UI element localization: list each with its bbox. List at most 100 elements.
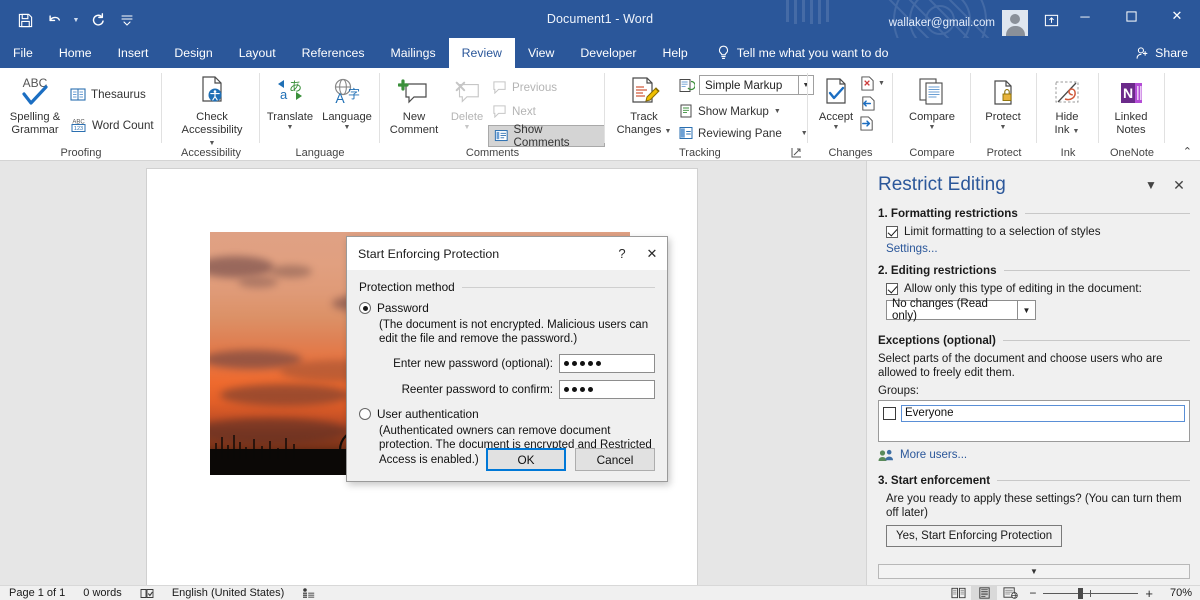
chevron-down-icon[interactable]: ▼: [344, 124, 351, 131]
tracking-dialog-launcher[interactable]: [791, 147, 802, 158]
tab-view[interactable]: View: [515, 38, 567, 68]
compare-button[interactable]: Compare ▼: [900, 74, 964, 131]
groups-list[interactable]: Everyone: [878, 400, 1190, 442]
editing-mode-value[interactable]: No changes (Read only): [886, 300, 1018, 320]
spelling-grammar-button[interactable]: ABC Spelling & Grammar: [4, 74, 66, 136]
limit-formatting-checkbox[interactable]: [886, 226, 898, 238]
chevron-down-icon[interactable]: ▼: [287, 124, 294, 131]
reject-button[interactable]: [860, 76, 875, 94]
pane-close-button[interactable]: ✕: [1166, 173, 1192, 197]
group-everyone-checkbox[interactable]: [883, 407, 896, 420]
tab-design[interactable]: Design: [161, 38, 225, 68]
start-enforcing-protection-button[interactable]: Yes, Start Enforcing Protection: [886, 525, 1062, 547]
next-change-button[interactable]: [860, 116, 875, 134]
tab-insert[interactable]: Insert: [105, 38, 162, 68]
limit-formatting-row[interactable]: Limit formatting to a selection of style…: [886, 225, 1190, 238]
delete-comment-button[interactable]: Delete ▼: [443, 74, 491, 131]
track-changes-button[interactable]: Track Changes ▼: [613, 74, 675, 136]
tab-references[interactable]: References: [289, 38, 378, 68]
allow-only-checkbox[interactable]: [886, 283, 898, 295]
reenter-password-input[interactable]: [559, 380, 655, 399]
formatting-settings-link[interactable]: Settings...: [886, 242, 1190, 255]
view-web-layout-button[interactable]: [997, 586, 1023, 600]
zoom-slider-thumb[interactable]: [1078, 588, 1083, 599]
close-button[interactable]: ✕: [1154, 0, 1200, 32]
allow-only-row[interactable]: Allow only this type of editing in the d…: [886, 282, 1190, 295]
chevron-down-icon[interactable]: ▼: [1073, 128, 1080, 135]
dialog-help-button[interactable]: ?: [607, 237, 637, 270]
zoom-in-button[interactable]: +: [1145, 586, 1153, 600]
maximize-button[interactable]: [1108, 0, 1154, 32]
zoom-control[interactable]: − + 70%: [1023, 586, 1200, 600]
minimize-button[interactable]: ─: [1062, 0, 1108, 32]
start-enforcing-protection-dialog[interactable]: Start Enforcing Protection ? ✕ Protectio…: [346, 236, 668, 482]
tab-review[interactable]: Review: [449, 38, 515, 68]
reviewing-pane-button[interactable]: Reviewing Pane ▼: [679, 123, 808, 143]
accessibility-checker-icon[interactable]: [293, 586, 324, 600]
tab-layout[interactable]: Layout: [226, 38, 289, 68]
next-comment-button[interactable]: Next: [492, 101, 536, 121]
chevron-down-icon[interactable]: ▼: [464, 124, 471, 131]
markup-mode-combo[interactable]: Simple Markup ▼: [699, 75, 814, 95]
tab-developer[interactable]: Developer: [567, 38, 649, 68]
password-radio-row[interactable]: Password: [359, 301, 655, 315]
chevron-down-icon[interactable]: ▼: [929, 124, 936, 131]
cancel-button[interactable]: Cancel: [575, 448, 655, 471]
word-count-indicator[interactable]: 0 words: [74, 586, 131, 600]
chevron-down-icon[interactable]: ▼: [774, 108, 781, 115]
thesaurus-button[interactable]: Thesaurus: [70, 84, 146, 104]
tab-file[interactable]: File: [0, 38, 46, 68]
linked-notes-button[interactable]: N Linked Notes: [1102, 74, 1160, 136]
tell-me-box[interactable]: Tell me what you want to do: [701, 38, 889, 68]
new-comment-button[interactable]: New Comment: [385, 74, 443, 136]
check-accessibility-button[interactable]: Check Accessibility ▼: [178, 74, 246, 149]
zoom-out-button[interactable]: −: [1029, 586, 1036, 600]
svg-text:あ: あ: [289, 80, 302, 95]
user-authentication-radio[interactable]: [359, 408, 371, 420]
translate-icon: a あ: [274, 74, 306, 108]
previous-comment-button[interactable]: Previous: [492, 77, 557, 97]
avatar[interactable]: [1002, 10, 1028, 36]
proofing-status-icon[interactable]: [131, 586, 163, 600]
chevron-down-icon[interactable]: ▼: [833, 124, 840, 131]
pane-splitter[interactable]: ▼: [878, 564, 1190, 579]
hide-ink-button[interactable]: Hide Ink ▼: [1038, 74, 1096, 136]
tab-help[interactable]: Help: [649, 38, 700, 68]
tab-home[interactable]: Home: [46, 38, 105, 68]
enter-password-input[interactable]: [559, 354, 655, 373]
tab-mailings[interactable]: Mailings: [378, 38, 449, 68]
group-row-everyone[interactable]: Everyone: [883, 405, 1185, 422]
chevron-down-icon[interactable]: ▼: [1018, 300, 1036, 320]
chevron-down-icon[interactable]: ▼: [664, 128, 671, 135]
ok-button[interactable]: OK: [486, 448, 566, 471]
zoom-slider[interactable]: [1043, 586, 1138, 600]
user-auth-radio-row[interactable]: User authentication: [359, 407, 655, 421]
editing-mode-select[interactable]: No changes (Read only) ▼: [886, 300, 1036, 320]
language-button[interactable]: A 字 Language ▼: [318, 74, 376, 131]
chevron-down-icon[interactable]: ▼: [1000, 124, 1007, 131]
view-print-layout-button[interactable]: [971, 586, 997, 600]
previous-change-button[interactable]: [860, 96, 875, 114]
password-radio[interactable]: [359, 302, 371, 314]
group-everyone-label[interactable]: Everyone: [901, 405, 1185, 422]
show-markup-button[interactable]: Show Markup ▼: [679, 101, 781, 121]
protection-method-group-header: Protection method: [359, 280, 655, 294]
ribbon-tabs[interactable]: File Home Insert Design Layout Reference…: [0, 38, 1200, 68]
accept-button[interactable]: Accept ▼: [812, 74, 860, 131]
share-button[interactable]: Share: [1135, 38, 1188, 68]
word-count-button[interactable]: ABC 123 Word Count: [70, 115, 154, 135]
language-indicator[interactable]: English (United States): [163, 586, 294, 600]
view-read-mode-button[interactable]: [945, 586, 971, 600]
page-indicator[interactable]: Page 1 of 1: [0, 586, 74, 600]
markup-mode-value[interactable]: Simple Markup: [699, 75, 799, 95]
translate-button[interactable]: a あ Translate ▼: [262, 74, 318, 131]
pane-options-menu-button[interactable]: ▼: [1138, 173, 1164, 197]
reject-dropdown-caret[interactable]: ▼: [878, 80, 885, 87]
more-users-link[interactable]: More users...: [878, 449, 1190, 462]
collapse-ribbon-button[interactable]: ⌃: [1183, 145, 1192, 158]
zoom-level[interactable]: 70%: [1160, 587, 1192, 599]
dialog-close-button[interactable]: ✕: [637, 237, 667, 270]
protect-button[interactable]: Protect ▼: [974, 74, 1032, 131]
show-comments-button[interactable]: Show Comments: [488, 125, 605, 147]
account-area[interactable]: wallaker@gmail.com: [889, 10, 1028, 36]
